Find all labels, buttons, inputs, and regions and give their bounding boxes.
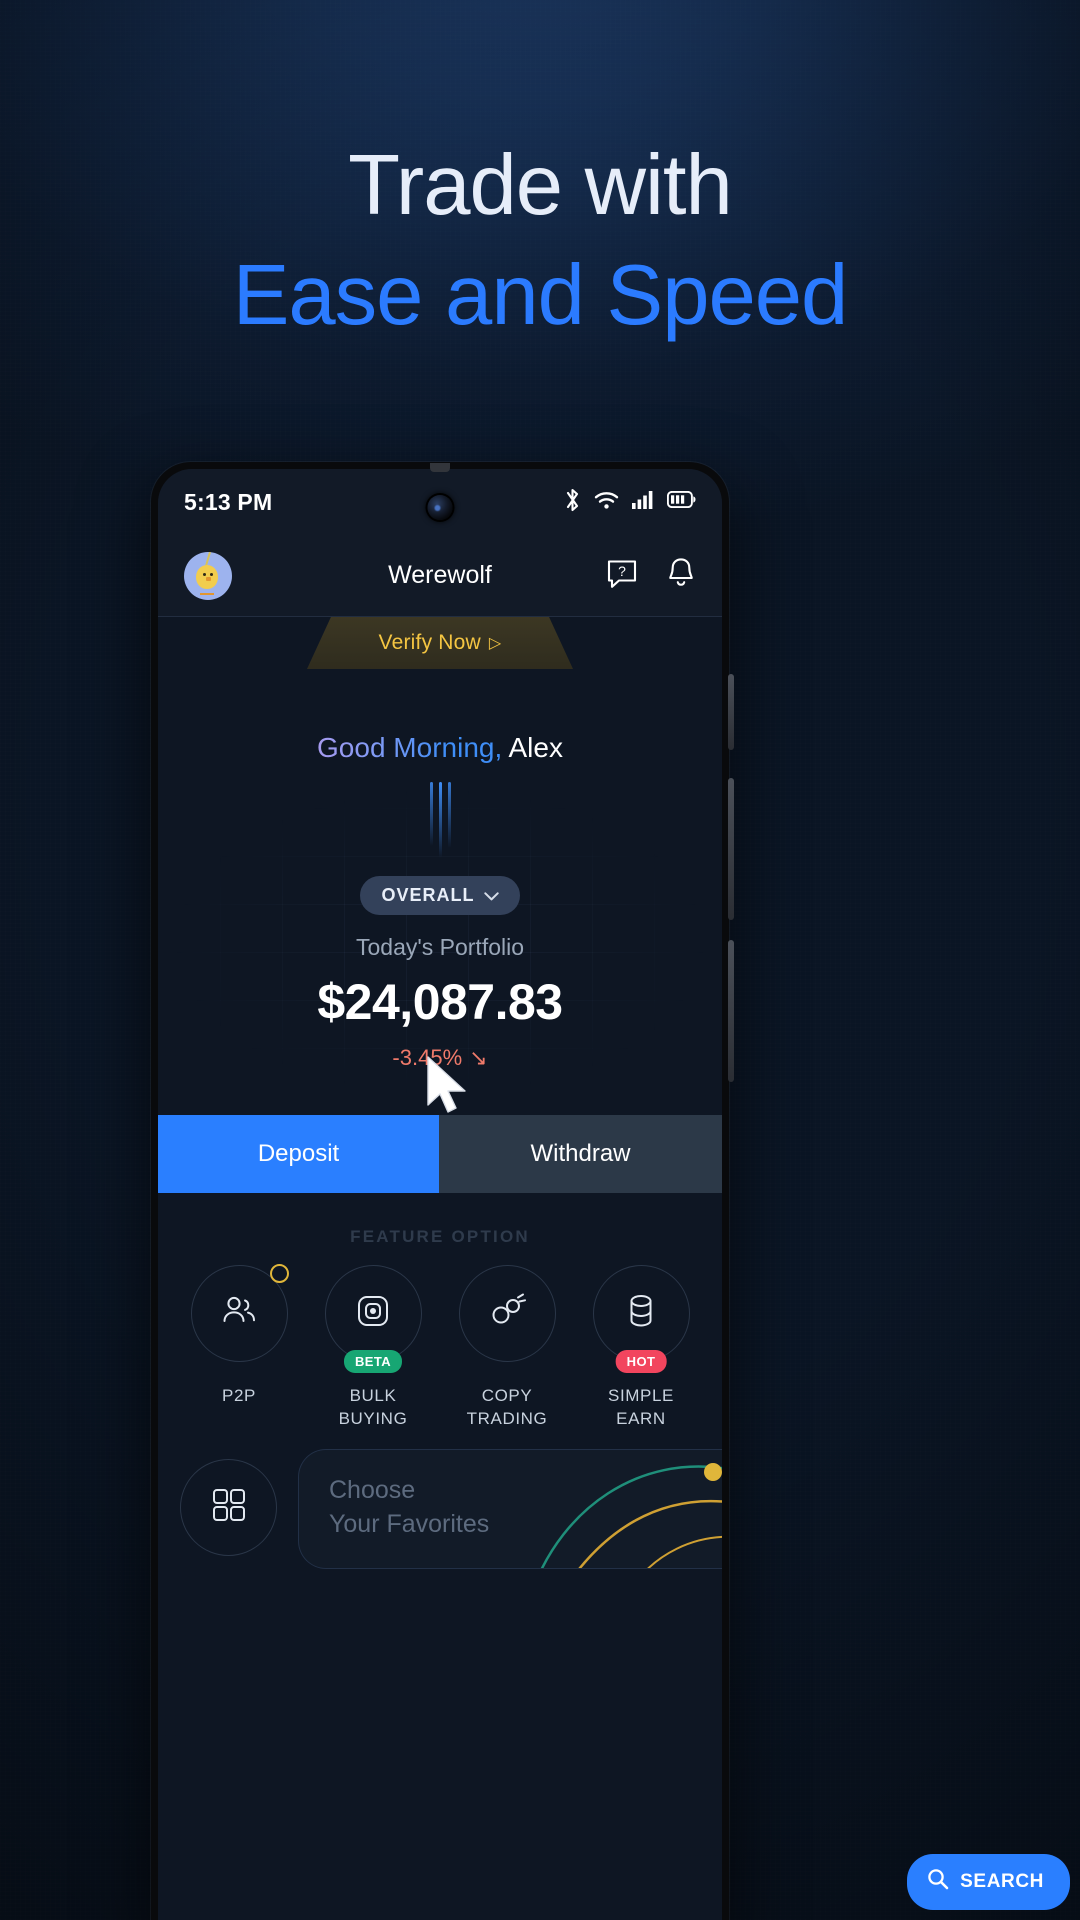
promo-headline-line1: Trade with: [348, 138, 733, 233]
people-icon: [218, 1290, 260, 1337]
loading-bars-icon: [158, 782, 722, 868]
bluetooth-icon: [564, 488, 581, 517]
chevron-down-icon: [483, 888, 499, 904]
mouse-cursor: [427, 1056, 466, 1113]
app-header: Werewolf ?: [158, 535, 722, 617]
phone-button-2: [728, 778, 734, 920]
deposit-withdraw-bar: Deposit Withdraw: [158, 1115, 722, 1193]
phone-mockup: 5:13 PM Werewolf ? Verify Now ▷ Good Mor…: [151, 462, 734, 1920]
front-camera-punchhole: [427, 495, 453, 520]
feature-item-simple-earn[interactable]: HOT SIMPLE EARN: [582, 1265, 700, 1431]
search-fab[interactable]: SEARCH: [907, 1854, 1070, 1910]
feature-item-bulk-buying[interactable]: BETA BULK BUYING: [314, 1265, 432, 1431]
phone-screen: 5:13 PM Werewolf ? Verify Now ▷ Good Mor…: [158, 469, 722, 1920]
feature-options-row: P2P BETA BULK BUYING COPY TRADING HOT SI…: [158, 1247, 722, 1431]
copy-trading-circle: [458, 1265, 556, 1362]
phone-earpiece: [430, 463, 450, 472]
badge-beta: BETA: [343, 1350, 403, 1373]
portfolio-scope-label: OVERALL: [381, 885, 475, 905]
verify-now-button[interactable]: Verify Now ▷: [307, 617, 573, 669]
favorites-text: Choose Your Favorites: [329, 1474, 489, 1542]
feature-item-p2p[interactable]: P2P: [180, 1264, 298, 1431]
promo-headline: Trade with Ease and Speed: [0, 143, 1080, 345]
trend-down-arrow-icon: ↘: [469, 1045, 488, 1070]
badge-hot: HOT: [615, 1350, 667, 1373]
svg-text:?: ?: [618, 563, 626, 579]
feature-label-copy-trading: COPY TRADING: [466, 1386, 548, 1428]
phone-button-3: [728, 940, 734, 1082]
portfolio-title: Today's Portfolio: [355, 934, 525, 960]
notification-dot-icon: [269, 1264, 289, 1283]
withdraw-button[interactable]: Withdraw: [439, 1115, 722, 1193]
feature-label-bulk-buying: BULK BUYING: [338, 1386, 408, 1428]
portfolio-value: $24,087.83: [317, 974, 563, 1030]
cellular-signal-icon: [632, 490, 654, 514]
deposit-button[interactable]: Deposit: [158, 1115, 439, 1193]
feature-label-p2p: P2P: [222, 1386, 256, 1405]
avatar[interactable]: [184, 551, 232, 600]
coins-stack-icon: [621, 1290, 661, 1337]
feature-options-section: FEATURE OPTION P2P BETA BULK BUYING COPY…: [158, 1193, 722, 1431]
grid-squares-icon: [209, 1485, 249, 1530]
simple-earn-circle: HOT: [592, 1265, 690, 1373]
favorites-line1: Choose: [329, 1475, 416, 1504]
play-arrow-icon: ▷: [488, 635, 502, 652]
status-bar: 5:13 PM: [158, 469, 722, 535]
bulk-buy-icon: [352, 1290, 394, 1337]
search-icon: [927, 1868, 949, 1896]
status-time: 5:13 PM: [184, 488, 273, 515]
wifi-icon: [594, 490, 619, 515]
help-chat-icon[interactable]: ?: [605, 556, 639, 595]
notification-bell-icon[interactable]: [666, 556, 696, 595]
verify-banner-wrap: Verify Now ▷: [158, 617, 722, 669]
greeting-salutation: Good Morning,: [317, 732, 503, 763]
feature-options-title: FEATURE OPTION: [350, 1227, 530, 1246]
grid-squares-circle[interactable]: [180, 1458, 277, 1556]
battery-icon: [666, 490, 696, 513]
verify-now-label: Verify Now: [378, 631, 481, 654]
promo-headline-line2: Ease and Speed: [232, 248, 849, 343]
p2p-circle: [190, 1264, 289, 1362]
feature-item-copy-trading[interactable]: COPY TRADING: [448, 1265, 566, 1431]
decorative-swirl-icon: [540, 1462, 722, 1568]
phone-button-1: [728, 674, 734, 750]
greeting: Good Morning, Alex: [158, 669, 722, 764]
copy-trading-icon: [485, 1289, 529, 1338]
favorites-line2: Your Favorites: [329, 1509, 490, 1538]
bulk-buying-circle: BETA: [324, 1265, 422, 1373]
favorites-section: Choose Your Favorites: [158, 1431, 722, 1569]
favorites-card[interactable]: Choose Your Favorites: [298, 1448, 722, 1569]
feature-label-simple-earn: SIMPLE EARN: [608, 1386, 674, 1428]
search-fab-label: SEARCH: [960, 1871, 1044, 1892]
greeting-name: Alex: [502, 732, 563, 763]
portfolio-scope-selector[interactable]: OVERALL: [360, 876, 520, 915]
